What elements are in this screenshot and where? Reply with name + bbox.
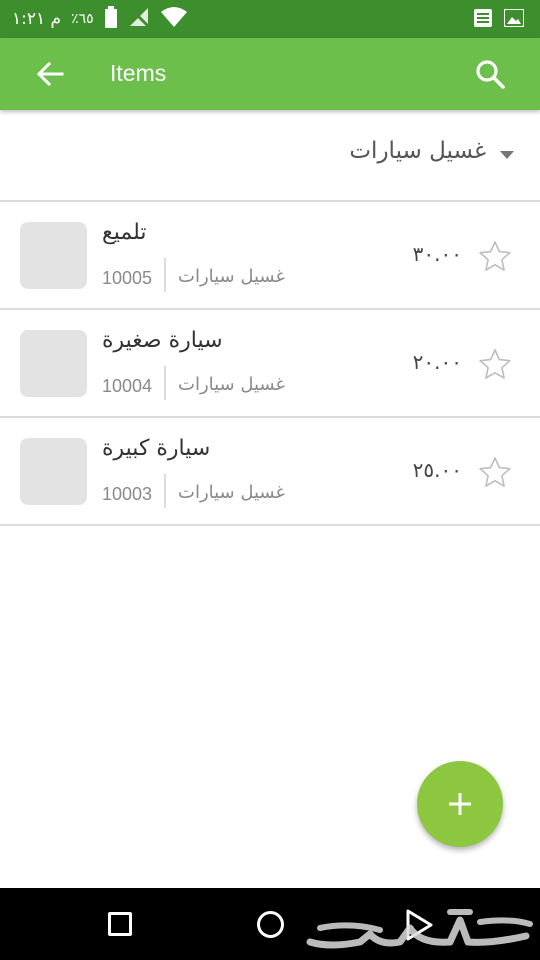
plus-icon [449,793,471,815]
item-code: 10005 [102,268,153,288]
item-thumbnail [20,330,87,397]
status-right-group [474,8,525,31]
add-item-button[interactable] [417,761,503,847]
list-icon [474,9,492,31]
home-icon[interactable] [257,911,284,938]
arrow-back-icon [36,61,64,87]
list-item[interactable]: تلميع 10005 غسيل سيارات ٣٠.٠٠ [0,202,540,310]
search-icon [476,60,505,89]
star-icon[interactable] [478,348,512,380]
item-divider [164,366,166,400]
status-left-group: م ١:٢١ ٪٦٥ [12,6,188,32]
item-category: غسيل سيارات [178,482,285,503]
item-name: تلميع [102,220,147,245]
status-time: م ١:٢١ [12,9,62,29]
item-price: ٢٠.٠٠ [412,350,462,374]
item-thumbnail [20,222,87,289]
category-dropdown[interactable]: غسيل سيارات [0,114,540,202]
item-category: غسيل سيارات [178,374,285,395]
image-icon [503,8,525,31]
battery-icon [104,6,118,32]
category-dropdown-label: غسيل سيارات [349,138,486,164]
item-thumbnail [20,438,87,505]
item-list: تلميع 10005 غسيل سيارات ٣٠.٠٠ سيارة صغير… [0,202,540,526]
status-bar: م ١:٢١ ٪٦٥ [0,0,540,38]
item-price: ٢٥.٠٠ [412,458,462,482]
list-item[interactable]: سيارة كبيرة 10003 غسيل سيارات ٢٥.٠٠ [0,418,540,526]
item-code: 10004 [102,376,153,396]
item-price: ٣٠.٠٠ [412,242,462,266]
page-title: Items [110,60,167,86]
item-name: سيارة كبيرة [102,436,211,461]
caret-down-icon [500,151,514,159]
haraj-watermark-logo [306,909,533,949]
item-divider [164,474,166,508]
search-button[interactable] [470,54,510,94]
item-code: 10003 [102,484,153,504]
item-divider [164,258,166,292]
list-item[interactable]: سيارة صغيرة 10004 غسيل سيارات ٢٠.٠٠ [0,310,540,418]
back-button[interactable] [30,54,70,94]
item-name: سيارة صغيرة [102,328,223,353]
star-icon[interactable] [478,240,512,272]
app-bar: Items [0,38,540,110]
recents-icon[interactable] [108,912,132,936]
star-icon[interactable] [478,456,512,488]
item-category: غسيل سيارات [178,266,285,287]
battery-percent: ٪٦٥ [71,11,94,27]
wifi-icon [160,6,188,32]
no-signal-icon [128,6,150,32]
